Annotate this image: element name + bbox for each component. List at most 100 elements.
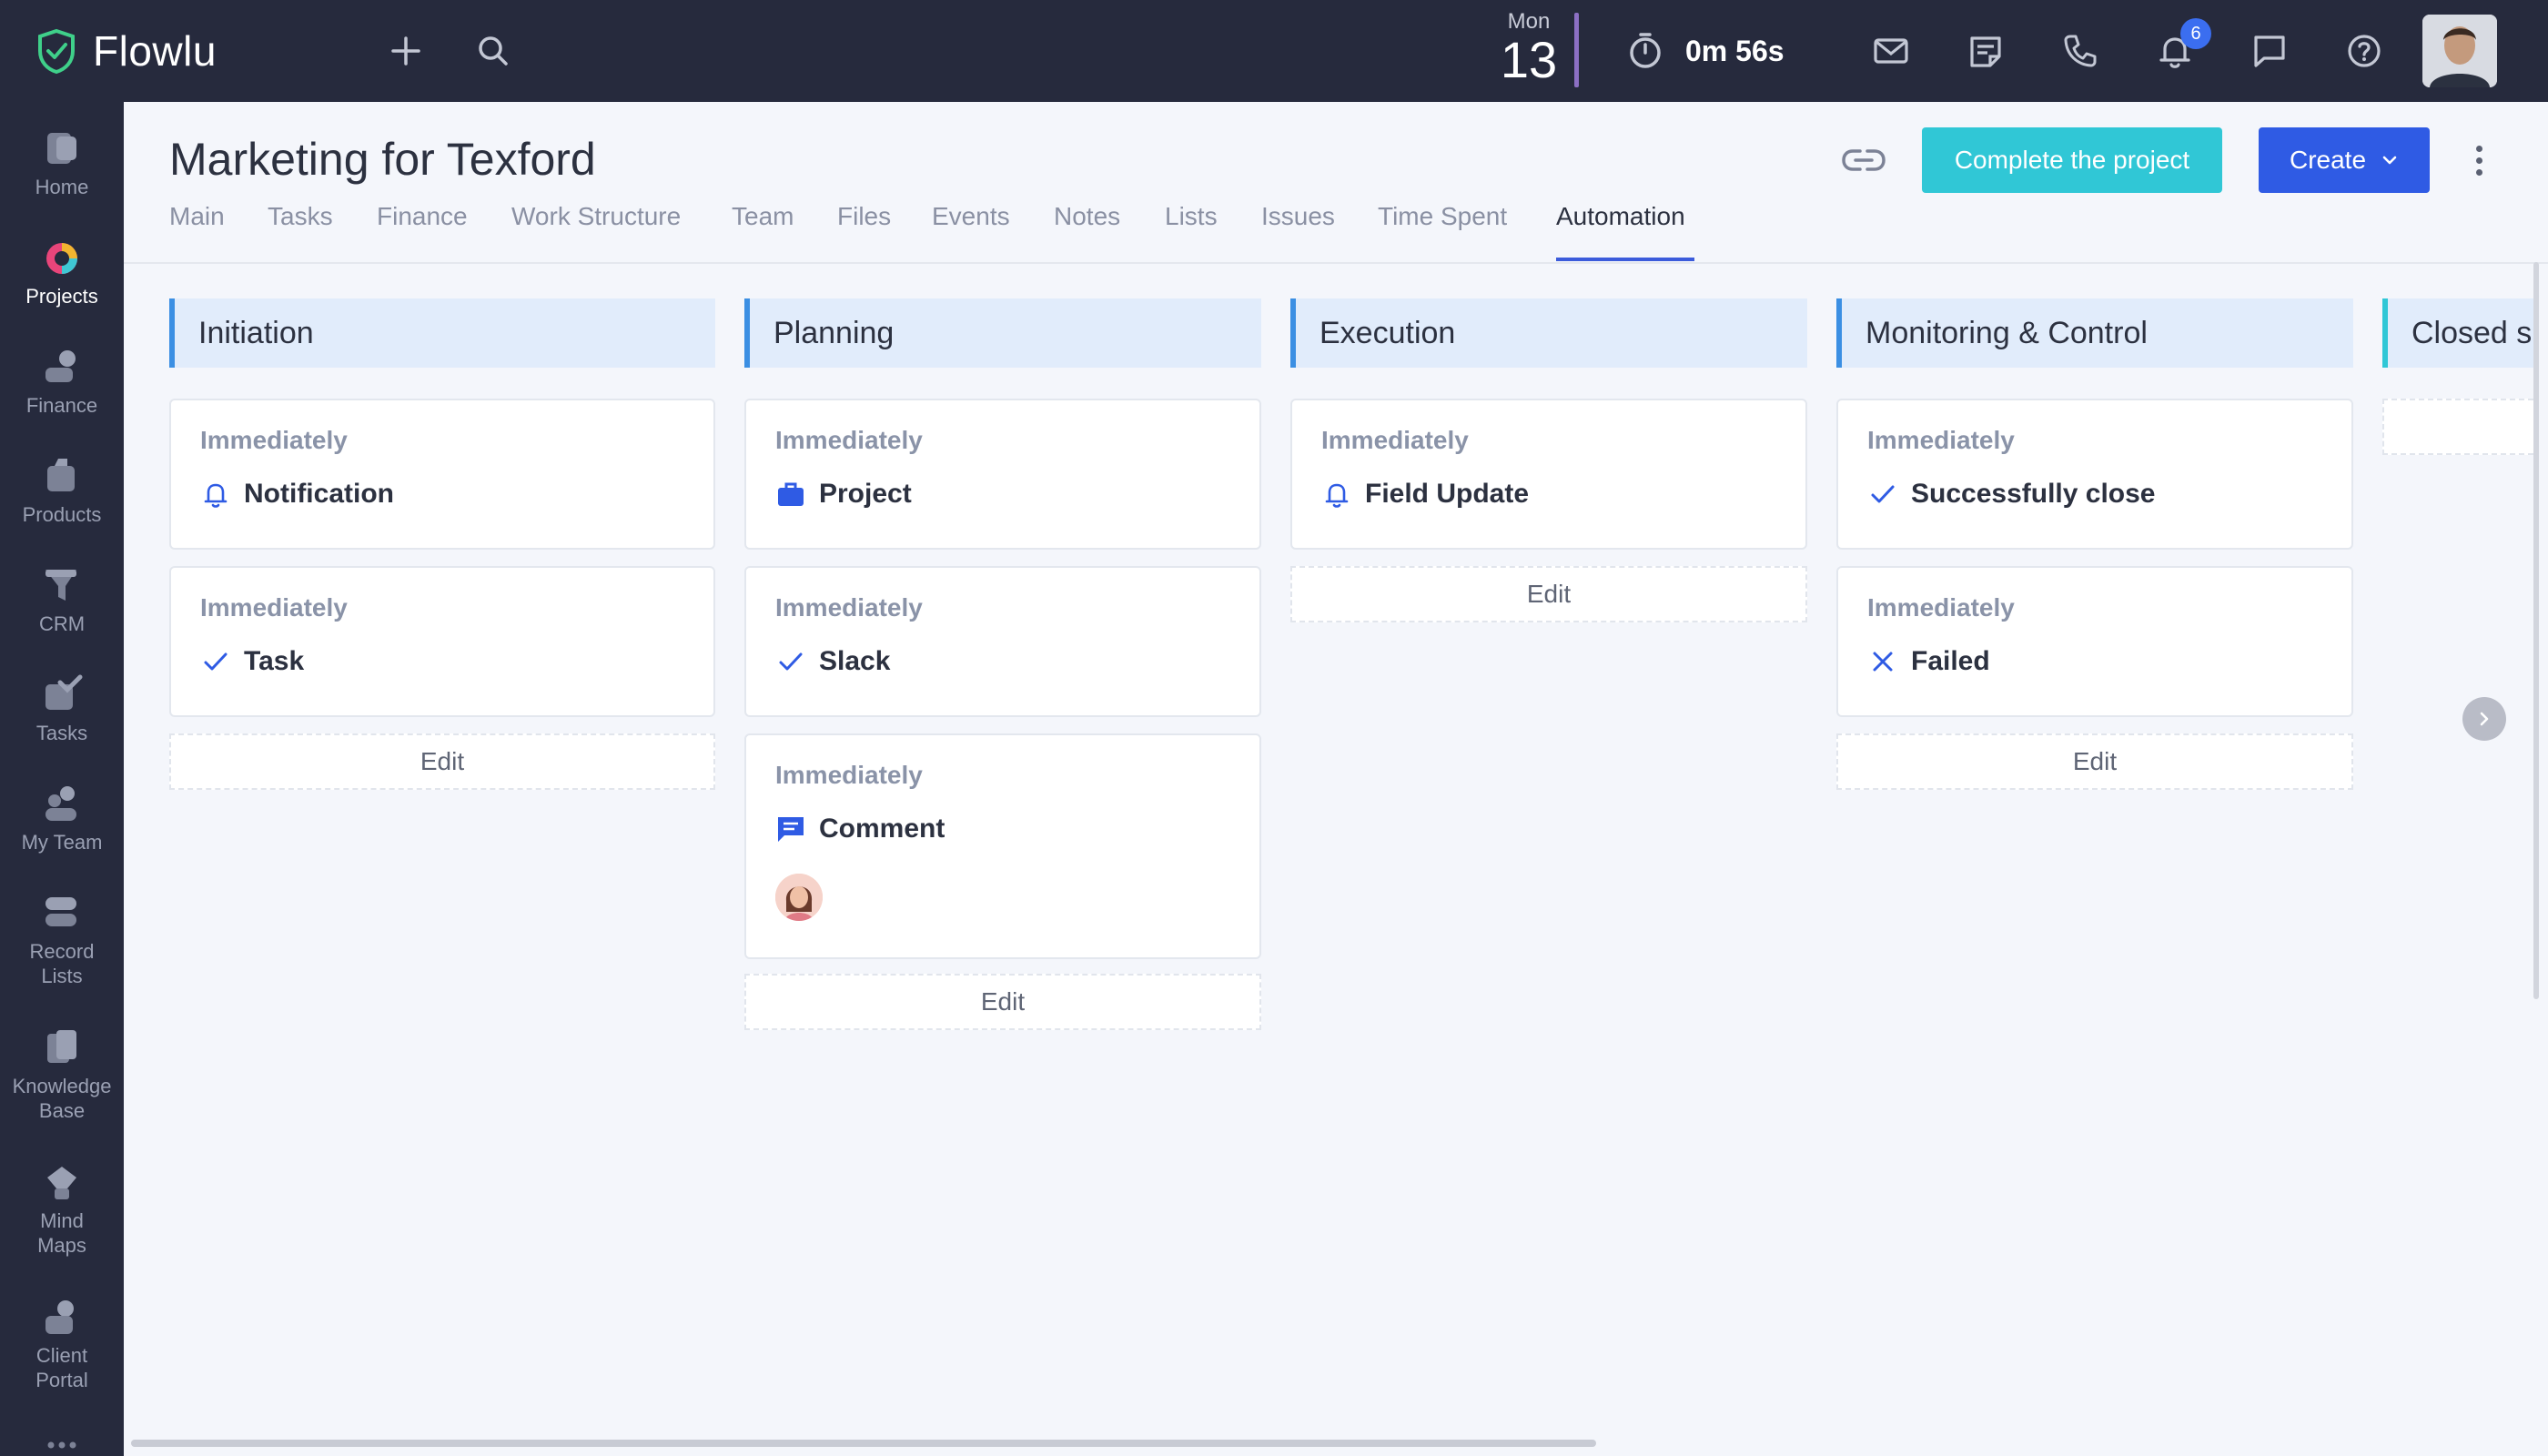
copy-link-icon[interactable] [1840,140,1887,180]
tab-events[interactable]: Events [932,202,1010,231]
horizontal-scrollbar[interactable] [131,1440,1596,1447]
edit-button[interactable]: Edit [1290,566,1807,622]
page-title: Marketing for Texford [169,134,596,185]
comment-icon [778,817,804,842]
briefcase-icon [778,482,804,506]
team-icon [46,786,76,821]
bell-icon [1325,483,1349,508]
edit-button[interactable]: Edit [169,733,715,790]
time-tracker[interactable]: 0m 56s [1625,27,1785,75]
card-trigger: Immediately [200,426,348,454]
chat-icon[interactable] [2244,25,2295,76]
card-trigger: Immediately [1321,426,1469,454]
app-name: Flowlu [93,27,217,75]
knowledge-base-icon [47,1030,76,1063]
tab-lists[interactable]: Lists [1165,202,1218,231]
edit-button[interactable] [2382,399,2533,455]
chevron-down-icon [2382,156,2397,165]
card-action: Comment [775,814,945,844]
automation-card[interactable]: Immediately Failed [1836,566,2353,717]
create-button-label: Create [2289,146,2367,174]
card-trigger: Immediately [200,593,348,622]
client-portal-icon [46,1300,74,1334]
sidebar-item-my-team[interactable]: My Team [0,783,124,854]
sidebar-item-products[interactable]: Products [0,455,124,527]
card-action: Failed [1867,646,1990,677]
search-icon[interactable] [468,25,519,76]
assignee-avatar[interactable] [775,874,823,921]
column-header-initiation: Initiation [169,298,715,368]
card-action: Project [775,479,912,510]
tab-main[interactable]: Main [169,202,225,231]
tab-finance[interactable]: Finance [377,202,468,231]
card-action: Successfully close [1867,479,2155,510]
automation-card[interactable]: Immediately Project [744,399,1261,550]
projects-icon [46,243,77,274]
edit-button[interactable]: Edit [744,974,1261,1030]
column-header-monitoring-control: Monitoring & Control [1836,298,2353,368]
tab-team[interactable]: Team [732,202,794,231]
chevron-right-icon [2480,712,2489,726]
flowlu-logo-icon [38,28,75,75]
timer-value: 0m 56s [1685,34,1785,67]
create-button[interactable]: Create [2259,127,2430,193]
help-icon[interactable] [2339,25,2390,76]
bell-icon [204,483,228,508]
automation-card[interactable]: Immediately Field Update [1290,399,1807,550]
tab-issues[interactable]: Issues [1261,202,1335,231]
automation-card[interactable]: Immediately Comment [744,733,1261,959]
sidebar-item-knowledge-base[interactable]: Knowledge Base [0,1026,124,1123]
automation-card[interactable]: Immediately Notification [169,399,715,550]
plus-icon[interactable] [380,25,431,76]
card-trigger: Immediately [775,593,923,622]
app-logo[interactable]: Flowlu [33,25,217,76]
edit-button[interactable]: Edit [1836,733,2353,790]
sidebar-more-icon[interactable] [0,1436,124,1454]
sidebar-item-finance[interactable]: Finance [0,346,124,418]
tab-tasks[interactable]: Tasks [268,202,333,231]
top-bar: Flowlu Mon 13 0m 56s 6 [0,0,2548,102]
more-options-icon[interactable] [2466,136,2492,184]
card-trigger: Immediately [1867,426,2015,454]
tab-time-spent[interactable]: Time Spent [1378,202,1507,231]
mail-icon[interactable] [1866,25,1916,76]
sidebar-item-home[interactable]: Home [0,127,124,199]
scroll-right-button[interactable] [2462,697,2506,741]
tab-notes[interactable]: Notes [1054,202,1120,231]
tab-files[interactable]: Files [837,202,891,231]
check-icon [779,652,803,671]
active-tab-indicator [1556,258,1694,261]
sidebar-item-projects[interactable]: Projects [0,237,124,308]
card-trigger: Immediately [775,426,923,454]
check-icon [204,652,228,671]
tab-work-structure[interactable]: Work Structure [511,202,681,231]
automation-card[interactable]: Immediately Task [169,566,715,717]
date-display[interactable]: Mon 13 [1492,9,1565,86]
card-action: Slack [775,646,890,677]
sidebar-item-record-lists[interactable]: Record Lists [0,892,124,988]
complete-project-button[interactable]: Complete the project [1922,127,2222,193]
column-header-execution: Execution [1290,298,1807,368]
automation-card[interactable]: Immediately Slack [744,566,1261,717]
products-icon [47,459,75,491]
stopwatch-icon [1630,33,1661,68]
user-avatar[interactable] [2422,15,2497,87]
sidebar-item-mind-maps[interactable]: Mind Maps [0,1161,124,1258]
vertical-scrollbar[interactable] [2533,262,2539,999]
column-header-closed: Closed s [2382,298,2533,368]
record-lists-icon [46,897,76,926]
notes-icon[interactable] [1960,25,2011,76]
sidebar-item-client-portal[interactable]: Client Portal [0,1296,124,1392]
card-trigger: Immediately [775,761,923,789]
card-action: Field Update [1321,479,1529,510]
automation-card[interactable]: Immediately Successfully close [1836,399,2353,550]
header-divider [124,262,2548,264]
phone-icon[interactable] [2055,25,2106,76]
card-action: Notification [200,479,394,510]
crm-icon [46,570,76,601]
date-day-number: 13 [1500,31,1558,88]
check-icon [1871,485,1895,503]
sidebar-item-tasks[interactable]: Tasks [0,673,124,745]
tab-automation[interactable]: Automation [1556,202,1685,231]
sidebar-item-crm[interactable]: CRM [0,564,124,636]
